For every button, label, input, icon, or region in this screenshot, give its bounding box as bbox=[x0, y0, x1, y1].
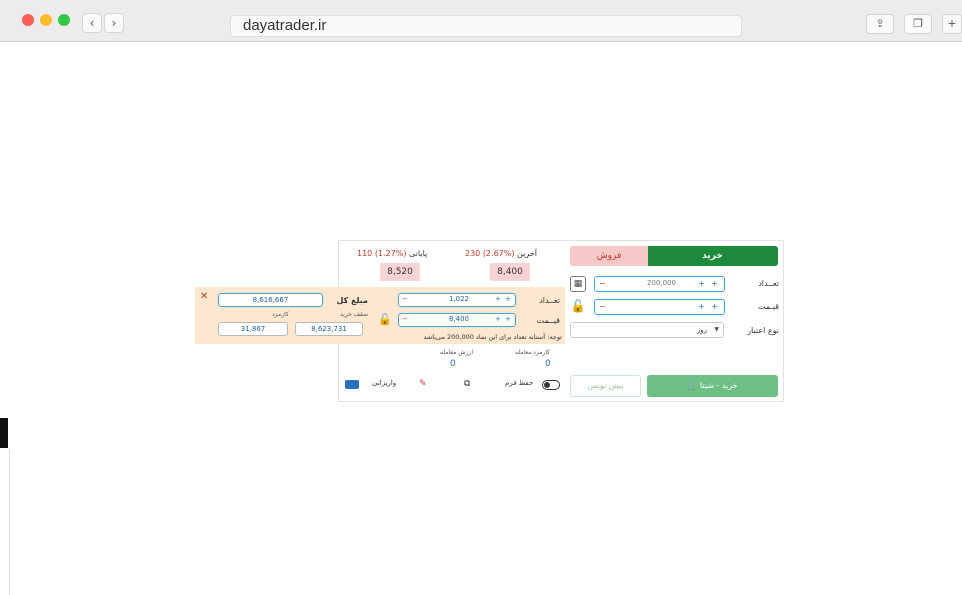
eraser-icon[interactable]: ✎ bbox=[419, 379, 427, 389]
new-tab-button[interactable]: + bbox=[942, 14, 962, 34]
qty-input[interactable]: − 200,000 + + bbox=[594, 276, 725, 292]
close-change: 110 (1.27%) bbox=[357, 249, 407, 258]
threshold-note: توجه: آستانه تعداد برای این نماد 200,000… bbox=[423, 333, 562, 341]
increase-icon[interactable]: + + bbox=[495, 295, 512, 303]
close-window-icon[interactable] bbox=[22, 14, 34, 26]
decrease-icon[interactable]: − bbox=[402, 295, 408, 303]
last-label: آخرین bbox=[517, 249, 537, 258]
share-button[interactable]: ⇪ bbox=[866, 14, 894, 34]
trade-value-value: 0 bbox=[450, 359, 456, 369]
increase-icon[interactable]: + + bbox=[698, 302, 720, 311]
page-edge-line bbox=[0, 450, 10, 595]
forward-button[interactable]: › bbox=[104, 13, 124, 33]
close-price-box: 8,520 bbox=[380, 263, 420, 281]
card-icon[interactable] bbox=[345, 380, 359, 389]
total-value: 8,616,667 bbox=[218, 293, 323, 307]
close-price-row: 110 (1.27%) پایانی bbox=[357, 249, 427, 258]
page-edge-bar bbox=[0, 418, 8, 448]
price-label: قیـمت bbox=[757, 302, 779, 311]
tabs-button[interactable]: ❐ bbox=[904, 14, 932, 34]
tab-sell[interactable]: فروش bbox=[570, 246, 648, 266]
unlock-icon[interactable]: 🔓 bbox=[377, 313, 393, 329]
calc-qty-label: تعــداد bbox=[539, 296, 560, 305]
total-label: مبلغ کل bbox=[336, 296, 368, 305]
increase-icon[interactable]: + + bbox=[495, 315, 512, 323]
decrease-icon[interactable]: − bbox=[599, 302, 606, 311]
close-label: پایانی bbox=[409, 249, 428, 258]
fee-value: 31,867 bbox=[218, 322, 288, 336]
price-input[interactable]: − + + bbox=[594, 299, 725, 315]
last-price-box: 8,400 bbox=[490, 263, 530, 281]
trade-fee-value: 0 bbox=[545, 359, 551, 369]
back-button[interactable]: ‹ bbox=[82, 13, 102, 33]
cap-value: 8,623,731 bbox=[295, 322, 363, 336]
decrease-icon[interactable]: − bbox=[402, 315, 408, 323]
zoom-window-icon[interactable] bbox=[58, 14, 70, 26]
toggle-icon[interactable] bbox=[542, 380, 560, 390]
draft-button[interactable]: پیش نویس bbox=[570, 375, 641, 397]
buy-submit-button[interactable]: 🛒 خرید - شیتا bbox=[647, 375, 778, 397]
calc-price-value: 8,400 bbox=[448, 315, 470, 323]
close-icon[interactable]: ✕ bbox=[200, 291, 208, 302]
calc-price-input[interactable]: − 8,400 + + bbox=[398, 313, 516, 327]
chevron-right-icon: › bbox=[111, 16, 117, 30]
chevron-left-icon: ‹ bbox=[89, 16, 95, 30]
trade-fee-label: کارمزد معامله bbox=[515, 349, 551, 356]
decrease-icon[interactable]: − bbox=[599, 279, 606, 288]
calc-qty-value: 1,022 bbox=[448, 295, 470, 303]
fee-label: کارمزد bbox=[272, 311, 289, 318]
copy-icon[interactable]: ⧉ bbox=[464, 379, 470, 389]
validity-value: روز bbox=[696, 326, 707, 334]
calc-qty-input[interactable]: − 1,022 + + bbox=[398, 293, 516, 307]
qty-value: 200,000 bbox=[647, 279, 676, 287]
validity-select[interactable]: روز ▼ bbox=[570, 322, 724, 338]
chevron-down-icon: ▼ bbox=[714, 326, 719, 333]
validity-label: نوع اعتبار bbox=[747, 326, 779, 335]
last-price-row: 230 (2.67%) آخرین bbox=[465, 249, 537, 258]
save-form-label[interactable]: حفظ فرم bbox=[505, 379, 533, 387]
plus-icon: + bbox=[947, 17, 957, 30]
url-text: dayatrader.ir bbox=[243, 17, 327, 34]
minimize-window-icon[interactable] bbox=[40, 14, 52, 26]
calc-price-label: قیــمت bbox=[536, 316, 560, 325]
share-icon: ⇪ bbox=[875, 17, 885, 30]
qty-label: تعــداد bbox=[758, 279, 779, 288]
trade-value-label: ارزش معامله bbox=[440, 349, 474, 356]
increase-icon[interactable]: + + bbox=[698, 279, 720, 288]
unlock-icon[interactable]: 🔓 bbox=[570, 299, 586, 315]
browser-titlebar: ‹ › dayatrader.ir ⇪ ❐ + bbox=[0, 0, 962, 42]
deposit-label[interactable]: واریزانی bbox=[372, 379, 396, 387]
cap-label: سقف خرید bbox=[340, 311, 369, 318]
cart-icon: 🛒 bbox=[687, 381, 700, 390]
url-bar[interactable]: dayatrader.ir bbox=[230, 15, 742, 37]
buy-submit-label: خرید - شیتا bbox=[699, 381, 738, 390]
tab-buy[interactable]: خرید bbox=[647, 246, 778, 266]
tabs-icon: ❐ bbox=[913, 17, 923, 30]
calculator-icon[interactable]: ▦ bbox=[570, 276, 586, 292]
last-change: 230 (2.67%) bbox=[465, 249, 515, 258]
